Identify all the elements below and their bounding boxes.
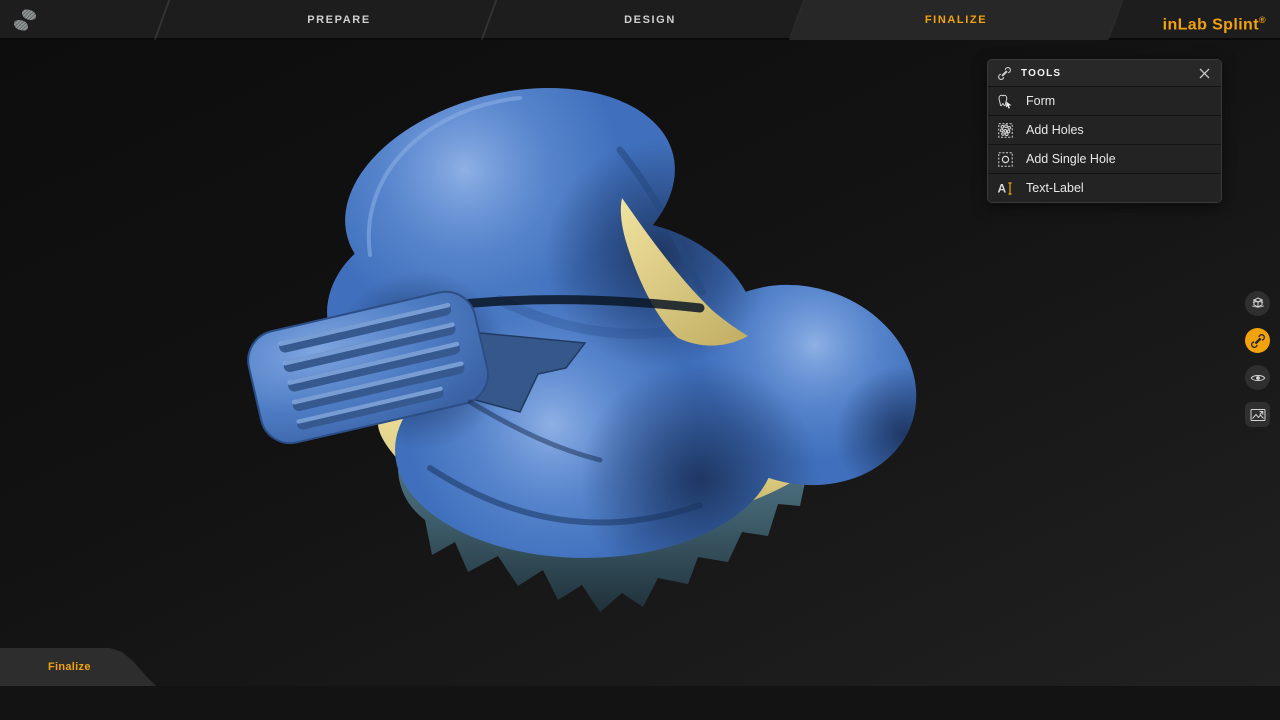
holes-grid-icon bbox=[997, 122, 1014, 139]
text-cursor-icon: A bbox=[997, 180, 1014, 197]
tool-item-label: Text-Label bbox=[1026, 181, 1084, 195]
tool-item-form[interactable]: Form bbox=[988, 86, 1221, 115]
phase-separator bbox=[481, 0, 498, 40]
dentsply-sirona-logo bbox=[12, 7, 38, 33]
step-tab-label: Finalize bbox=[48, 648, 91, 686]
wrench-icon bbox=[997, 66, 1012, 81]
tool-item-add-single-hole[interactable]: Add Single Hole bbox=[988, 144, 1221, 173]
single-hole-icon bbox=[997, 151, 1014, 168]
close-icon[interactable] bbox=[1196, 65, 1212, 81]
tools-panel-header: TOOLS bbox=[988, 60, 1221, 86]
phase-separator bbox=[154, 0, 171, 40]
visibility-eye-icon bbox=[1249, 369, 1267, 387]
tools-panel: TOOLS Form Add Holes Add Single Hole bbox=[987, 59, 1222, 203]
view-options-button[interactable] bbox=[1245, 291, 1270, 316]
tool-item-label: Add Holes bbox=[1026, 123, 1084, 137]
tab-prepare[interactable]: PREPARE bbox=[239, 0, 439, 40]
tool-item-label: Form bbox=[1026, 94, 1055, 108]
tool-item-label: Add Single Hole bbox=[1026, 152, 1116, 166]
app-title: inLab Splint® bbox=[1163, 0, 1266, 40]
tooth-cursor-icon bbox=[997, 93, 1014, 110]
tools-panel-title: TOOLS bbox=[1021, 68, 1187, 79]
tools-wrench-icon bbox=[1250, 333, 1266, 349]
snapshot-image-icon bbox=[1249, 406, 1267, 424]
tab-finalize[interactable]: FINALIZE bbox=[797, 0, 1115, 40]
visibility-button[interactable] bbox=[1245, 365, 1270, 390]
bottom-bar bbox=[0, 686, 1280, 720]
tab-design[interactable]: DESIGN bbox=[550, 0, 750, 40]
svg-text:A: A bbox=[998, 181, 1007, 195]
tools-button[interactable] bbox=[1245, 328, 1270, 353]
tool-item-add-holes[interactable]: Add Holes bbox=[988, 115, 1221, 144]
top-phase-bar: PREPARE DESIGN FINALIZE inLab Splint® bbox=[0, 0, 1280, 40]
registered-mark: ® bbox=[1259, 15, 1266, 25]
view-options-cube-icon bbox=[1249, 295, 1267, 313]
tool-item-text-label[interactable]: A Text-Label bbox=[988, 173, 1221, 202]
snapshot-button[interactable] bbox=[1245, 402, 1270, 427]
